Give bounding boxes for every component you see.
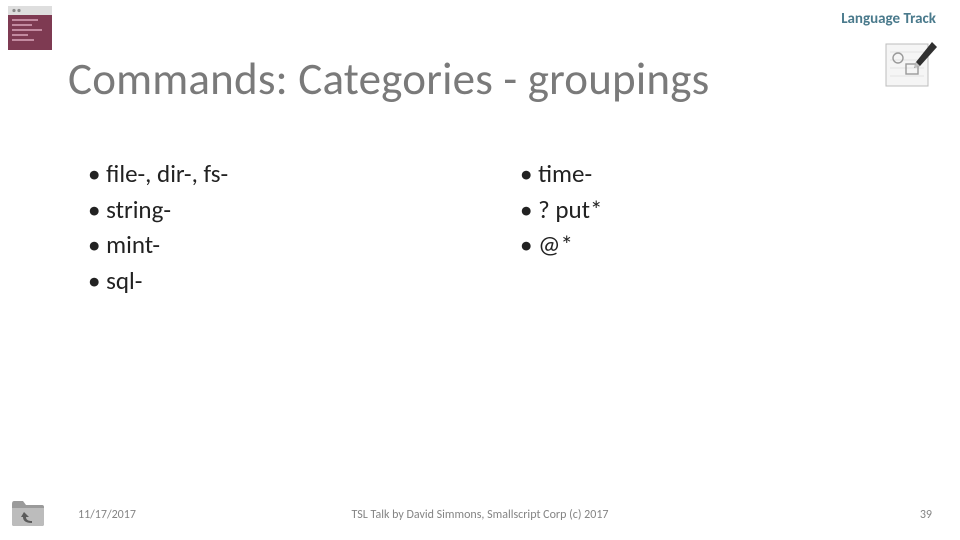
list-item: string-	[88, 192, 480, 228]
footer-attribution: TSL Talk by David Simmons, Smallscript C…	[0, 508, 960, 522]
bullet-list-right: time- ? put* @*	[480, 156, 960, 298]
list-item: mint-	[88, 227, 480, 263]
list-item: ? put*	[520, 192, 960, 228]
footer: 11/17/2017 TSL Talk by David Simmons, Sm…	[0, 496, 960, 530]
content-columns: file-, dir-, fs- string- mint- sql- time…	[0, 156, 960, 298]
bullet-list-left: file-, dir-, fs- string- mint- sql-	[0, 156, 480, 298]
list-item: file-, dir-, fs-	[88, 156, 480, 192]
terminal-icon	[8, 6, 52, 50]
list-item: sql-	[88, 263, 480, 299]
sketch-icon	[884, 40, 938, 94]
list-item: @*	[520, 227, 960, 263]
track-label: Language Track	[841, 10, 936, 28]
footer-page-number: 39	[920, 508, 932, 522]
list-item: time-	[520, 156, 960, 192]
slide: Language Track Commands: Categories - gr…	[0, 0, 960, 540]
slide-title: Commands: Categories - groupings	[68, 52, 709, 107]
